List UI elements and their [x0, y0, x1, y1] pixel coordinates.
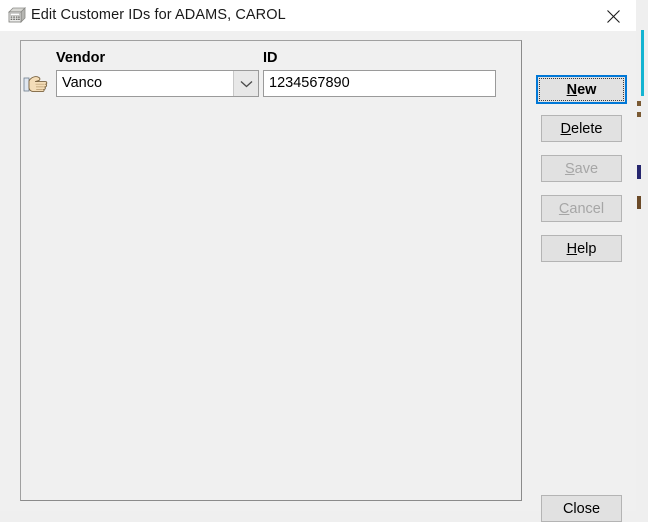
- accel-key-d: D: [560, 120, 572, 137]
- id-input[interactable]: 1234567890: [263, 70, 496, 97]
- cancel-button-label: Cancel: [559, 201, 604, 217]
- new-button-label: New: [567, 82, 597, 98]
- new-button-label-rest: ew: [577, 81, 597, 98]
- cancel-button: Cancel: [541, 195, 622, 222]
- background-window-fragment: [637, 112, 641, 117]
- cancel-button-label-rest: ancel: [569, 200, 605, 217]
- background-window-accent-strip: [641, 30, 644, 96]
- customer-ids-grid-panel: Vendor ID Vanco 1234567890: [20, 40, 522, 501]
- close-button[interactable]: Close: [541, 495, 622, 522]
- save-button: Save: [541, 155, 622, 182]
- pointing-hand-icon: [23, 72, 49, 96]
- save-button-label-rest: ave: [574, 160, 599, 177]
- table-row[interactable]: Vanco 1234567890: [21, 70, 521, 100]
- accel-key-h: H: [566, 240, 578, 257]
- delete-button[interactable]: Delete: [541, 115, 622, 142]
- vendor-selected-value: Vanco: [62, 75, 103, 91]
- accel-key-c: C: [558, 200, 570, 217]
- edit-customer-ids-dialog: Edit Customer IDs for ADAMS, CAROL Vendo…: [0, 0, 636, 522]
- background-window-fragment: [637, 165, 641, 179]
- delete-button-label: Delete: [561, 121, 603, 137]
- vendor-dropdown[interactable]: Vanco: [56, 70, 259, 97]
- column-header-id: ID: [263, 50, 278, 66]
- accel-key-s: S: [564, 160, 575, 177]
- dialog-client-area: Vendor ID Vanco 1234567890 New Delete Sa…: [0, 31, 636, 522]
- save-button-label: Save: [565, 161, 598, 177]
- new-button[interactable]: New: [536, 75, 627, 104]
- accel-key-n: N: [566, 81, 578, 98]
- delete-button-label-rest: elete: [571, 120, 603, 137]
- close-button-label: Close: [562, 500, 601, 517]
- help-button[interactable]: Help: [541, 235, 622, 262]
- background-window-fragment: [637, 196, 641, 209]
- chevron-down-icon[interactable]: [233, 71, 258, 96]
- column-header-vendor: Vendor: [56, 50, 106, 66]
- help-button-label-rest: elp: [577, 240, 597, 257]
- window-title: Edit Customer IDs for ADAMS, CAROL: [31, 7, 286, 23]
- id-input-value: 1234567890: [269, 75, 350, 91]
- titlebar: Edit Customer IDs for ADAMS, CAROL: [0, 0, 636, 32]
- background-window-fragment: [637, 101, 641, 106]
- help-button-label: Help: [567, 241, 597, 257]
- calculator-icon: [8, 7, 26, 24]
- window-close-button[interactable]: [591, 0, 636, 30]
